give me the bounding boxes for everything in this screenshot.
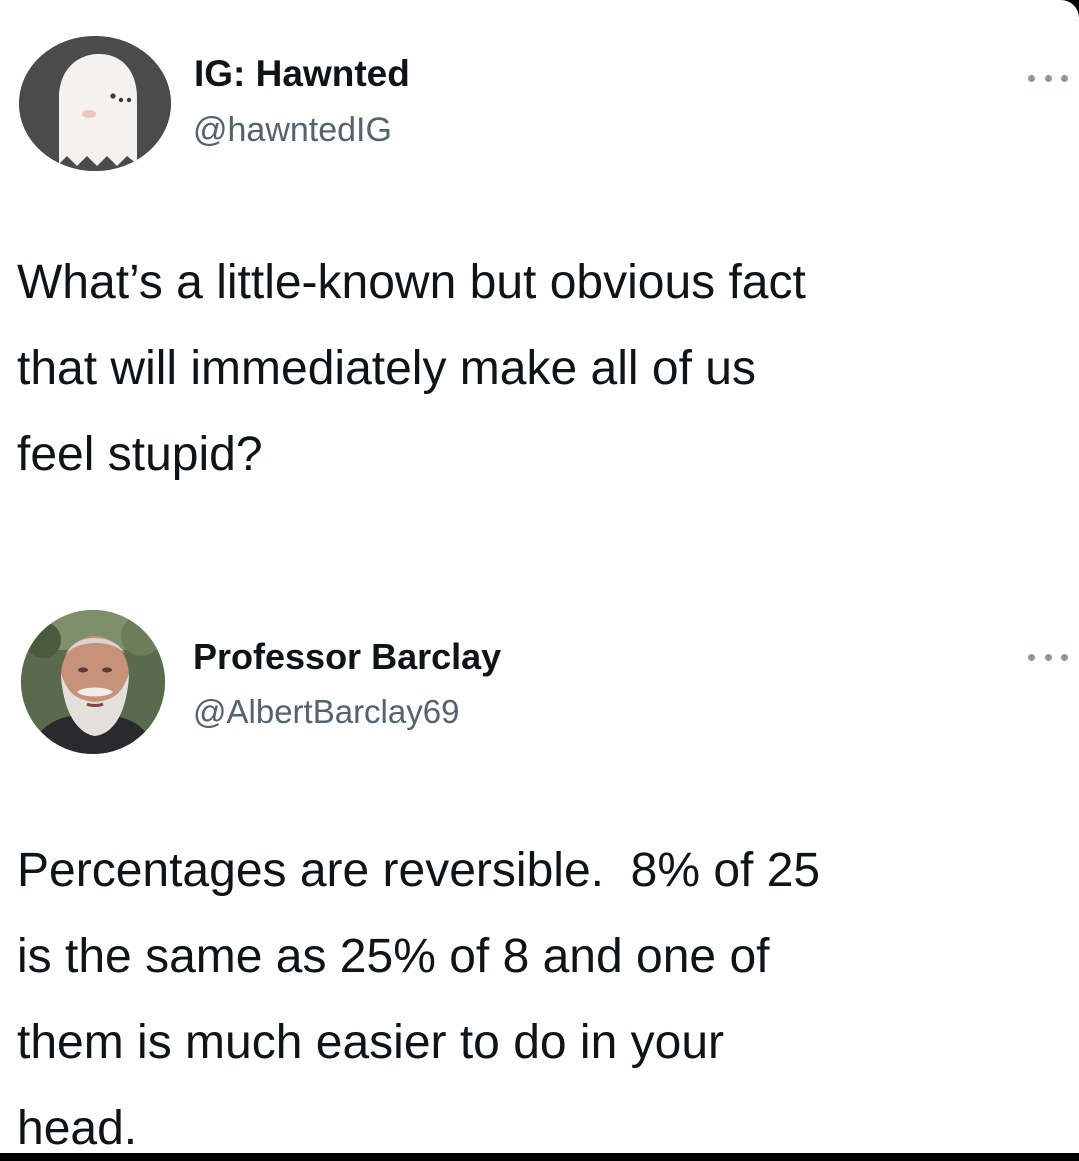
user-handle[interactable]: @hawntedIG [193, 111, 392, 150]
display-name[interactable]: Professor Barclay [193, 636, 501, 678]
dot [1028, 74, 1035, 82]
dot [1044, 653, 1052, 661]
dot [1028, 653, 1035, 661]
tweet-text: What’s a little-known but obvious fact t… [17, 256, 806, 481]
tweet-text: Percentages are reversible. 8% of 25 is … [17, 844, 821, 1153]
ellipsis-icon[interactable] [1028, 649, 1068, 665]
user-handle[interactable]: @AlbertBarclay69 [193, 693, 459, 731]
ghost-avatar[interactable] [19, 36, 171, 171]
bearded-man-icon [21, 610, 165, 754]
dot [1061, 74, 1068, 82]
dot [1044, 74, 1052, 82]
dot [1061, 653, 1068, 661]
ellipsis-icon[interactable] [1028, 70, 1068, 86]
display-name[interactable]: IG: Hawnted [194, 53, 410, 95]
ghost-icon [19, 36, 171, 171]
bearded-man-avatar[interactable] [21, 610, 165, 754]
screenshot-card: IG: Hawnted @hawntedIG What’s a little-k… [0, 0, 1079, 1153]
